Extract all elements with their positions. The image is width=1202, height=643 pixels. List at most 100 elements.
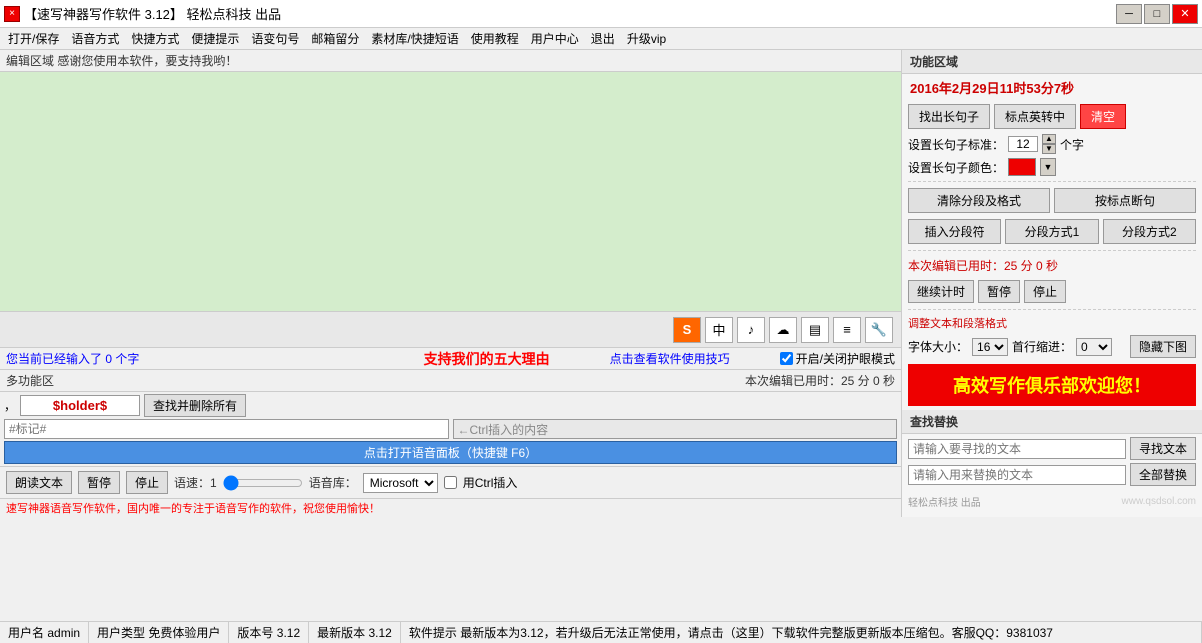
by-punctuation-btn[interactable]: 按标点断句 — [1054, 188, 1196, 213]
long-sentence-value-input[interactable]: 12 — [1008, 136, 1038, 152]
timer-row: 本次编辑已用时：25 分 0 秒 — [902, 254, 1202, 277]
panel-title: 功能区域 — [902, 50, 1202, 74]
menu-upgrade-vip[interactable]: 升级vip — [621, 28, 672, 49]
holder-input[interactable]: $holder$ — [20, 395, 140, 416]
open-panel-btn[interactable]: 点击打开语音面板（快捷键 F6） — [4, 441, 897, 464]
tip-text: 最新版本为3.12，若升级后无法正常使用，请点击（这里）下载软件完整版更新版本压… — [460, 624, 1053, 641]
find-row: 寻找文本 — [908, 437, 1196, 460]
menu-material[interactable]: 素材库/快捷短语 — [365, 28, 464, 49]
menu-user-center[interactable]: 用户中心 — [525, 28, 585, 49]
menu-exit[interactable]: 退出 — [585, 28, 621, 49]
adjust-title: 调整文本和段落格式 — [902, 313, 1202, 333]
color-swatch[interactable] — [1008, 158, 1036, 176]
version-cell: 版本号 3.12 — [229, 622, 309, 643]
chinese-icon[interactable]: 中 — [705, 317, 733, 343]
menu-voice-mode[interactable]: 语音方式 — [65, 28, 125, 49]
music-icon[interactable]: ♪ — [737, 317, 765, 343]
mark-english-btn[interactable]: 标点英转中 — [994, 104, 1076, 129]
close-icon[interactable]: × — [4, 6, 20, 22]
find-delete-btn[interactable]: 查找并删除所有 — [144, 394, 246, 417]
color-label: 设置长句子颜色： — [908, 159, 1004, 176]
eye-mode-label: 开启/关闭护眼模式 — [796, 350, 895, 367]
username-value: admin — [47, 626, 80, 640]
table-icon[interactable]: ▤ — [801, 317, 829, 343]
user-type-cell: 用户类型 免费体验用户 — [89, 622, 229, 643]
eye-mode-toggle[interactable]: 开启/关闭护眼模式 — [780, 350, 895, 367]
spin-up-btn[interactable]: ▲ — [1042, 134, 1056, 144]
wrench-icon[interactable]: 🔧 — [865, 317, 893, 343]
spin-down-btn[interactable]: ▼ — [1042, 144, 1056, 154]
segment-mode2-btn[interactable]: 分段方式2 — [1103, 219, 1196, 244]
word-count: 您当前已经输入了 0 个字 — [6, 350, 139, 367]
long-sentence-standard-row: 设置长句子标准： 12 ▲ ▼ 个字 — [902, 132, 1202, 156]
voice-controls-bar: 朗读文本 暂停 停止 语速：1 语音库： Microsoft 用Ctrl插入 — [0, 466, 901, 498]
menu-shortcut[interactable]: 快捷方式 — [125, 28, 185, 49]
user-type-value: 免费体验用户 — [148, 624, 220, 641]
clear-btn[interactable]: 清空 — [1080, 104, 1126, 129]
editor-status-bar: 您当前已经输入了 0 个字 支持我们的五大理由 点击查看软件使用技巧 开启/关闭… — [0, 347, 901, 369]
color-row: 设置长句子颜色： ▼ — [902, 156, 1202, 178]
font-size-label: 字体大小： — [908, 338, 968, 355]
five-reasons-link[interactable]: 支持我们的五大理由 — [424, 349, 550, 369]
menu-tutorial[interactable]: 使用教程 — [465, 28, 525, 49]
sougou-icon[interactable]: S — [673, 317, 701, 343]
tag-input[interactable] — [4, 419, 449, 439]
find-text-btn[interactable]: 寻找文本 — [1130, 437, 1196, 460]
ctrl-insert-hint — [453, 419, 898, 439]
datetime-display: 2016年2月29日11时53分7秒 — [902, 74, 1202, 101]
segment-mode1-btn[interactable]: 分段方式1 — [1005, 219, 1098, 244]
latest-value: 3.12 — [369, 626, 392, 640]
version-value: 3.12 — [277, 626, 300, 640]
close-button[interactable]: ✕ — [1172, 4, 1198, 24]
find-replace-section: 寻找文本 全部替换 — [902, 434, 1202, 492]
promo-banner[interactable]: 高效写作俱乐部欢迎您！ — [908, 364, 1196, 406]
voice-lib-select[interactable]: Microsoft — [363, 473, 438, 493]
color-dropdown-arrow[interactable]: ▼ — [1040, 158, 1056, 176]
menu-bar: 打开/保存 语音方式 快捷方式 便捷提示 语变句号 邮箱留分 素材库/快捷短语 … — [0, 28, 1202, 50]
menu-open-save[interactable]: 打开/保存 — [2, 28, 65, 49]
cloud-icon[interactable]: ☁ — [769, 317, 797, 343]
hide-image-btn[interactable]: 隐藏下图 — [1130, 335, 1196, 358]
menu-lang-change[interactable]: 语变句号 — [245, 28, 305, 49]
tip-cell: 软件提示 最新版本为3.12，若升级后无法正常使用，请点击（这里）下载软件完整版… — [401, 622, 1202, 643]
clear-format-btn[interactable]: 清除分段及格式 — [908, 188, 1050, 213]
ctrl-insert-checkbox[interactable] — [444, 476, 457, 489]
multifunction-label: 多功能区 本次编辑已用时：25 分 0 秒 — [0, 369, 901, 391]
ctrl-insert-label: 用Ctrl插入 — [463, 474, 518, 491]
time-used-display: 本次编辑已用时：25 分 0 秒 — [745, 372, 895, 389]
minimize-button[interactable]: ─ — [1116, 4, 1142, 24]
maximize-button[interactable]: □ — [1144, 4, 1170, 24]
read-text-btn[interactable]: 朗读文本 — [6, 471, 72, 494]
font-size-select[interactable]: 1612141820 — [972, 338, 1008, 356]
timer-controls: 继续计时 暂停 停止 — [902, 277, 1202, 306]
first-indent-label: 首行缩进： — [1012, 338, 1072, 355]
username-cell: 用户名 admin — [0, 622, 89, 643]
replace-all-btn[interactable]: 全部替换 — [1130, 463, 1196, 486]
extract-long-btn[interactable]: 找出长句子 — [908, 104, 990, 129]
voice-pause-btn[interactable]: 暂停 — [78, 471, 120, 494]
watermark-brand: 轻松点科技 出品 — [908, 494, 981, 509]
replace-input[interactable] — [908, 465, 1126, 485]
editor-textarea[interactable] — [0, 72, 901, 311]
list-icon[interactable]: ≡ — [833, 317, 861, 343]
insert-segment-btn[interactable]: 插入分段符 — [908, 219, 1001, 244]
pause-timer-btn[interactable]: 暂停 — [978, 280, 1020, 303]
lib-label: 语音库： — [309, 474, 357, 491]
editor-label: 编辑区域 感谢您使用本软件，要支持我哟！ — [0, 50, 901, 72]
find-input[interactable] — [908, 439, 1126, 459]
menu-hints[interactable]: 便捷提示 — [185, 28, 245, 49]
latest-cell: 最新版本 3.12 — [309, 622, 401, 643]
eye-mode-checkbox[interactable] — [780, 352, 793, 365]
first-indent-select[interactable]: 024 — [1076, 338, 1112, 356]
voice-stop-btn[interactable]: 停止 — [126, 471, 168, 494]
menu-email[interactable]: 邮箱留分 — [305, 28, 365, 49]
adjust-row: 字体大小： 1612141820 首行缩进： 024 隐藏下图 — [902, 333, 1202, 360]
warning-text: 速写神器语音写作软件，国内唯一的专注于语音写作的软件，祝您使用愉快！ — [6, 503, 380, 515]
editor-toolbar: S 中 ♪ ☁ ▤ ≡ 🔧 — [0, 311, 901, 347]
stop-timer-btn[interactable]: 停止 — [1024, 280, 1066, 303]
tips-link[interactable]: 点击查看软件使用技巧 — [610, 350, 730, 367]
status-footer: 用户名 admin 用户类型 免费体验用户 版本号 3.12 最新版本 3.12… — [0, 621, 1202, 643]
long-sentence-label: 设置长句子标准： — [908, 136, 1004, 153]
speed-slider[interactable] — [223, 475, 303, 491]
continue-timer-btn[interactable]: 继续计时 — [908, 280, 974, 303]
